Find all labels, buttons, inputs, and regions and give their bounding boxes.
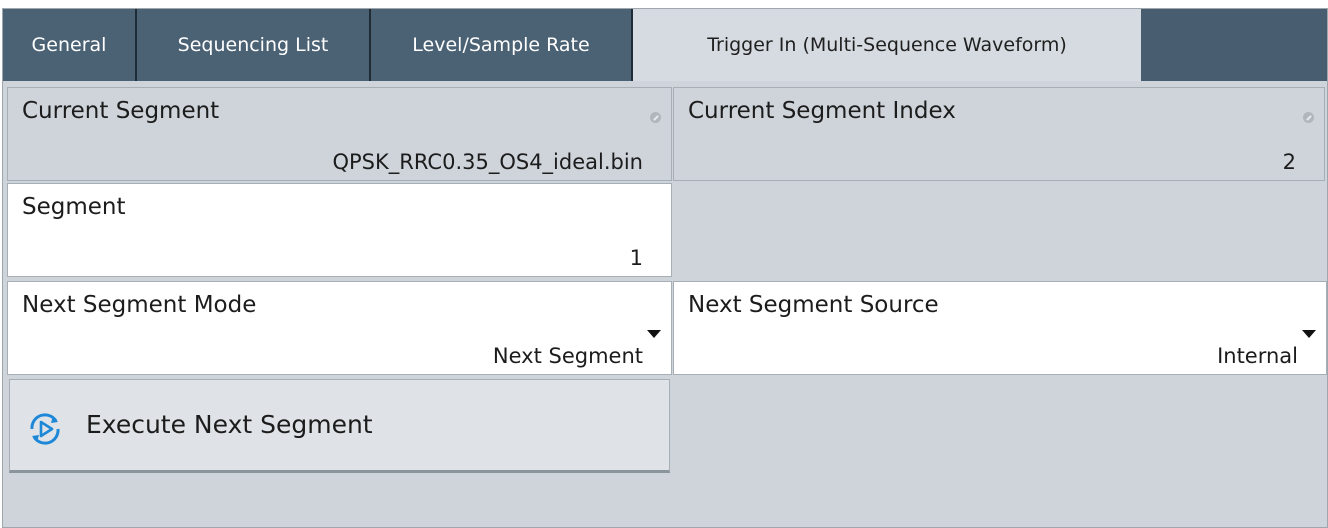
tab-bar: General Sequencing List Level/Sample Rat… (3, 9, 1327, 81)
current-segment-index-label: Current Segment Index (688, 98, 956, 124)
tab-level-sample-rate[interactable]: Level/Sample Rate (371, 9, 633, 81)
next-segment-source-dropdown[interactable]: Next Segment Source Internal (673, 281, 1327, 375)
next-segment-mode-label: Next Segment Mode (22, 292, 257, 318)
lock-icon (650, 112, 661, 123)
execute-play-icon (30, 413, 60, 445)
current-segment-index-value: 2 (1282, 150, 1296, 174)
dropdown-arrow-icon[interactable] (1302, 330, 1316, 338)
current-segment-label: Current Segment (22, 98, 220, 124)
next-segment-source-label: Next Segment Source (688, 292, 939, 318)
current-segment-index-field: Current Segment Index 2 (673, 87, 1325, 181)
execute-next-segment-button[interactable]: Execute Next Segment (9, 379, 670, 473)
tab-sequencing-list[interactable]: Sequencing List (137, 9, 371, 81)
segment-label: Segment (22, 194, 126, 220)
current-segment-value: QPSK_RRC0.35_OS4_ideal.bin (332, 150, 643, 174)
current-segment-field: Current Segment QPSK_RRC0.35_OS4_ideal.b… (7, 87, 672, 181)
segment-field[interactable]: Segment 1 (7, 183, 672, 277)
next-segment-mode-value[interactable]: Next Segment (493, 344, 643, 368)
window: General Sequencing List Level/Sample Rat… (0, 0, 1328, 528)
tab-general[interactable]: General (3, 9, 137, 81)
dropdown-arrow-icon[interactable] (647, 330, 661, 338)
next-segment-source-value[interactable]: Internal (1217, 344, 1298, 368)
lock-icon (1303, 112, 1314, 123)
execute-next-segment-label: Execute Next Segment (86, 410, 373, 439)
settings-panel: General Sequencing List Level/Sample Rat… (2, 8, 1328, 528)
segment-value[interactable]: 1 (630, 246, 643, 270)
next-segment-mode-dropdown[interactable]: Next Segment Mode Next Segment (7, 281, 672, 375)
tab-trigger-in[interactable]: Trigger In (Multi-Sequence Waveform) (633, 9, 1141, 81)
